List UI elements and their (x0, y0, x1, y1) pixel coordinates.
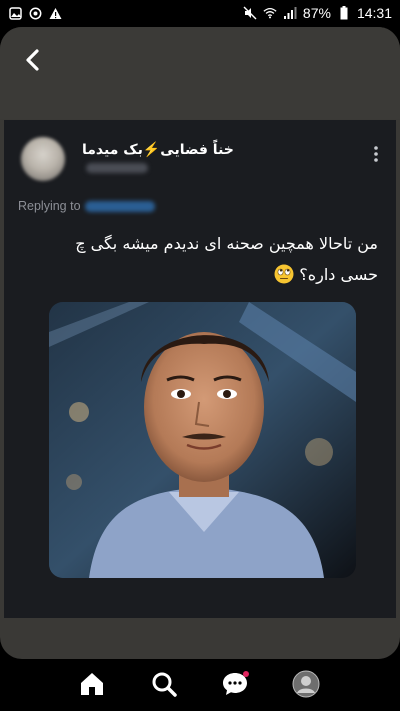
search-icon (152, 672, 177, 697)
nav-profile[interactable] (291, 669, 321, 699)
wifi-icon (263, 6, 277, 20)
chevron-left-icon (26, 49, 39, 71)
messages-icon (223, 671, 249, 695)
nav-search[interactable] (149, 669, 179, 699)
tweet-username[interactable]: خناً فضایی⚡️بک میدما (82, 142, 234, 158)
whatsapp-icon (28, 6, 42, 20)
bottom-nav (0, 659, 400, 711)
tweet-text: من تاحالا همچین صحنه ای ندیدم میشه بگی چ… (38, 228, 378, 290)
nav-home[interactable] (77, 669, 107, 699)
notification-dot (243, 671, 249, 677)
battery-percent: 87% (302, 5, 331, 21)
status-right: 87% 14:31 (243, 5, 392, 21)
tweet-handle-blurred (86, 163, 148, 173)
battery-icon (337, 6, 351, 20)
reply-mention-blurred[interactable] (84, 200, 155, 212)
signal-icon (283, 6, 297, 20)
app-frame: خناً فضایی⚡️بک میدما Replying to من تاحا… (0, 27, 400, 659)
mute-icon (243, 6, 257, 20)
warning-icon (48, 6, 62, 20)
tweet-photo[interactable] (49, 302, 356, 578)
rolling-eyes-emoji-icon (274, 264, 294, 284)
tweet-text-line-2: حسی داره؟ (38, 259, 378, 290)
replying-to: Replying to (18, 199, 155, 213)
home-icon (81, 673, 103, 695)
status-left-icons (8, 6, 62, 20)
clock: 14:31 (356, 5, 392, 21)
tweet-card[interactable]: خناً فضایی⚡️بک میدما Replying to من تاحا… (4, 120, 396, 618)
back-button[interactable] (18, 45, 48, 75)
profile-avatar (292, 670, 320, 698)
gallery-icon (8, 6, 22, 20)
replying-label: Replying to (18, 199, 81, 213)
nav-messages[interactable] (220, 669, 250, 699)
tweet-photo-image (49, 302, 356, 578)
status-bar: 87% 14:31 (0, 0, 400, 26)
more-vertical-icon (374, 146, 378, 162)
tweet-text-line-2-text: حسی داره؟ (299, 265, 378, 284)
tweet-text-line-1: من تاحالا همچین صحنه ای ندیدم میشه بگی چ (75, 234, 378, 253)
more-options-button[interactable] (372, 144, 380, 164)
top-bar (0, 27, 400, 119)
avatar[interactable] (21, 137, 65, 181)
